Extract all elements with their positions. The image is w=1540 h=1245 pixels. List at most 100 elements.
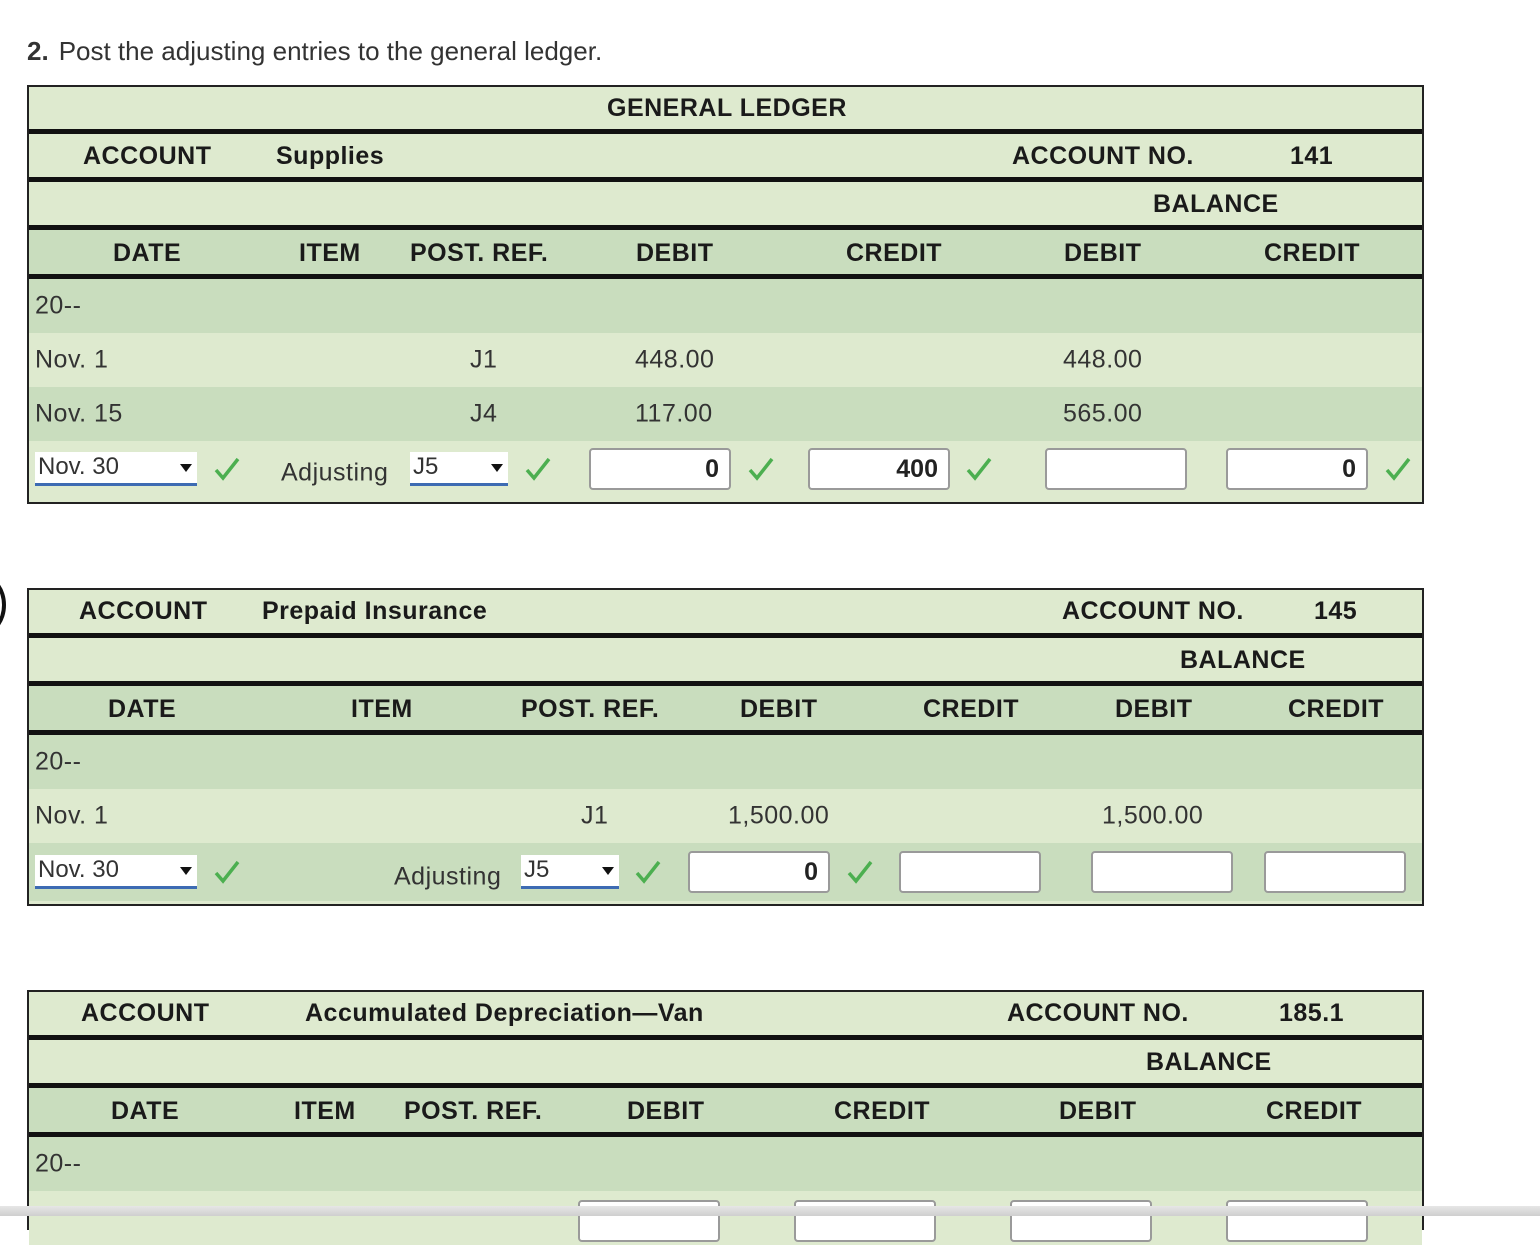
post-ref-select[interactable]: J5 <box>410 452 508 486</box>
col-date: DATE <box>108 695 177 723</box>
chevron-down-icon <box>491 464 503 472</box>
account-label: ACCOUNT <box>83 142 212 170</box>
account-label: ACCOUNT <box>81 999 210 1027</box>
col-debit: DEBIT <box>740 695 818 723</box>
row-debit: 117.00 <box>635 399 713 428</box>
col-credit: CREDIT <box>923 695 1020 723</box>
col-item: ITEM <box>294 1097 356 1125</box>
year: 20-- <box>35 291 82 320</box>
chevron-down-icon <box>180 464 192 472</box>
date-select[interactable]: Nov. 30 <box>35 855 197 889</box>
balance-credit-input[interactable]: 0 <box>1226 448 1368 490</box>
balance-debit-input[interactable] <box>1045 448 1187 490</box>
ledger-accumulated-depreciation-van: ACCOUNT Accumulated Depreciation—Van ACC… <box>27 990 1424 1245</box>
entry-row: Nov. 30 Adjusting J5 0 400 0 <box>29 441 1422 497</box>
year: 20-- <box>35 1149 82 1178</box>
col-item: ITEM <box>299 239 361 267</box>
checkmark-icon <box>213 858 241 886</box>
table-row: Nov. 15 J4 117.00 565.00 <box>29 387 1422 441</box>
credit-input[interactable] <box>899 851 1041 893</box>
col-debit: DEBIT <box>636 239 714 267</box>
entry-item: Adjusting <box>281 458 389 487</box>
col-date: DATE <box>111 1097 180 1125</box>
year-row: 20-- <box>29 1137 1422 1191</box>
col-balance-credit: CREDIT <box>1266 1097 1363 1125</box>
row-date: Nov. 1 <box>35 345 109 374</box>
date-select[interactable]: Nov. 30 <box>35 452 197 486</box>
account-band: ACCOUNT Prepaid Insurance ACCOUNT NO. 14… <box>29 590 1422 638</box>
post-ref-select-value: J5 <box>524 856 550 883</box>
balance-credit-input[interactable] <box>1264 851 1406 893</box>
row-debit: 1,500.00 <box>728 801 830 830</box>
row-post-ref: J4 <box>470 399 498 428</box>
year: 20-- <box>35 747 82 776</box>
instruction: 2. Post the adjusting entries to the gene… <box>27 36 602 67</box>
balance-label: BALANCE <box>1146 1048 1272 1076</box>
row-balance-debit: 565.00 <box>1063 399 1143 428</box>
row-post-ref: J1 <box>470 345 498 374</box>
ledger-title-band: GENERAL LEDGER <box>29 87 1422 134</box>
instruction-number: 2. <box>27 36 49 66</box>
account-number: 145 <box>1314 597 1358 625</box>
col-post-ref: POST. REF. <box>404 1097 543 1125</box>
balance-label: BALANCE <box>1180 646 1306 674</box>
row-balance-debit: 448.00 <box>1063 345 1143 374</box>
account-name: Prepaid Insurance <box>262 597 488 625</box>
ledger-supplies: GENERAL LEDGER ACCOUNT Supplies ACCOUNT … <box>27 85 1424 504</box>
row-date: Nov. 1 <box>35 801 109 830</box>
account-no-label: ACCOUNT NO. <box>1007 999 1189 1027</box>
chevron-down-icon <box>602 867 614 875</box>
date-select-value: Nov. 30 <box>38 856 119 883</box>
account-band: ACCOUNT Supplies ACCOUNT NO. 141 <box>29 134 1422 182</box>
account-no-label: ACCOUNT NO. <box>1012 142 1194 170</box>
table-row: Nov. 1 J1 448.00 448.00 <box>29 333 1422 387</box>
checkmark-icon <box>965 455 993 483</box>
column-header-band: DATE ITEM POST. REF. DEBIT CREDIT DEBIT … <box>29 230 1422 279</box>
row-debit: 448.00 <box>635 345 715 374</box>
account-number: 141 <box>1290 142 1334 170</box>
col-post-ref: POST. REF. <box>410 239 549 267</box>
account-no-label: ACCOUNT NO. <box>1062 597 1244 625</box>
table-row: Nov. 1 J1 1,500.00 1,500.00 <box>29 789 1422 843</box>
account-name: Supplies <box>276 142 385 170</box>
column-header-band: DATE ITEM POST. REF. DEBIT CREDIT DEBIT … <box>29 1088 1422 1137</box>
checkmark-icon <box>747 455 775 483</box>
post-ref-select[interactable]: J5 <box>521 855 619 889</box>
row-date: Nov. 15 <box>35 399 123 428</box>
ledger-prepaid-insurance: ACCOUNT Prepaid Insurance ACCOUNT NO. 14… <box>27 588 1424 906</box>
col-balance-credit: CREDIT <box>1288 695 1385 723</box>
chevron-down-icon <box>180 867 192 875</box>
col-post-ref: POST. REF. <box>521 695 660 723</box>
balance-band: BALANCE <box>29 182 1422 230</box>
checkmark-icon <box>213 455 241 483</box>
balance-label: BALANCE <box>1153 190 1279 218</box>
checkmark-icon <box>846 858 874 886</box>
account-number: 185.1 <box>1279 999 1345 1027</box>
checkmark-icon <box>524 455 552 483</box>
row-balance-debit: 1,500.00 <box>1102 801 1204 830</box>
credit-input[interactable]: 400 <box>808 448 950 490</box>
row-post-ref: J1 <box>581 801 609 830</box>
col-item: ITEM <box>351 695 413 723</box>
instruction-text: Post the adjusting entries to the genera… <box>58 36 603 66</box>
col-balance-debit: DEBIT <box>1064 239 1142 267</box>
side-circle-icon <box>0 575 6 635</box>
balance-debit-input[interactable] <box>1091 851 1233 893</box>
entry-row: Nov. 30 Adjusting J5 0 <box>29 843 1422 901</box>
balance-band: BALANCE <box>29 1040 1422 1088</box>
col-date: DATE <box>113 239 182 267</box>
balance-band: BALANCE <box>29 638 1422 686</box>
post-ref-select-value: J5 <box>413 453 439 480</box>
entry-item: Adjusting <box>394 862 502 891</box>
ledger-title: GENERAL LEDGER <box>607 94 847 122</box>
debit-input[interactable]: 0 <box>589 448 731 490</box>
debit-input[interactable]: 0 <box>688 851 830 893</box>
account-band: ACCOUNT Accumulated Depreciation—Van ACC… <box>29 992 1422 1040</box>
col-debit: DEBIT <box>627 1097 705 1125</box>
account-label: ACCOUNT <box>79 597 208 625</box>
year-row: 20-- <box>29 735 1422 789</box>
entry-row-partial <box>29 1191 1422 1245</box>
date-select-value: Nov. 30 <box>38 453 119 480</box>
year-row: 20-- <box>29 279 1422 333</box>
col-balance-credit: CREDIT <box>1264 239 1361 267</box>
